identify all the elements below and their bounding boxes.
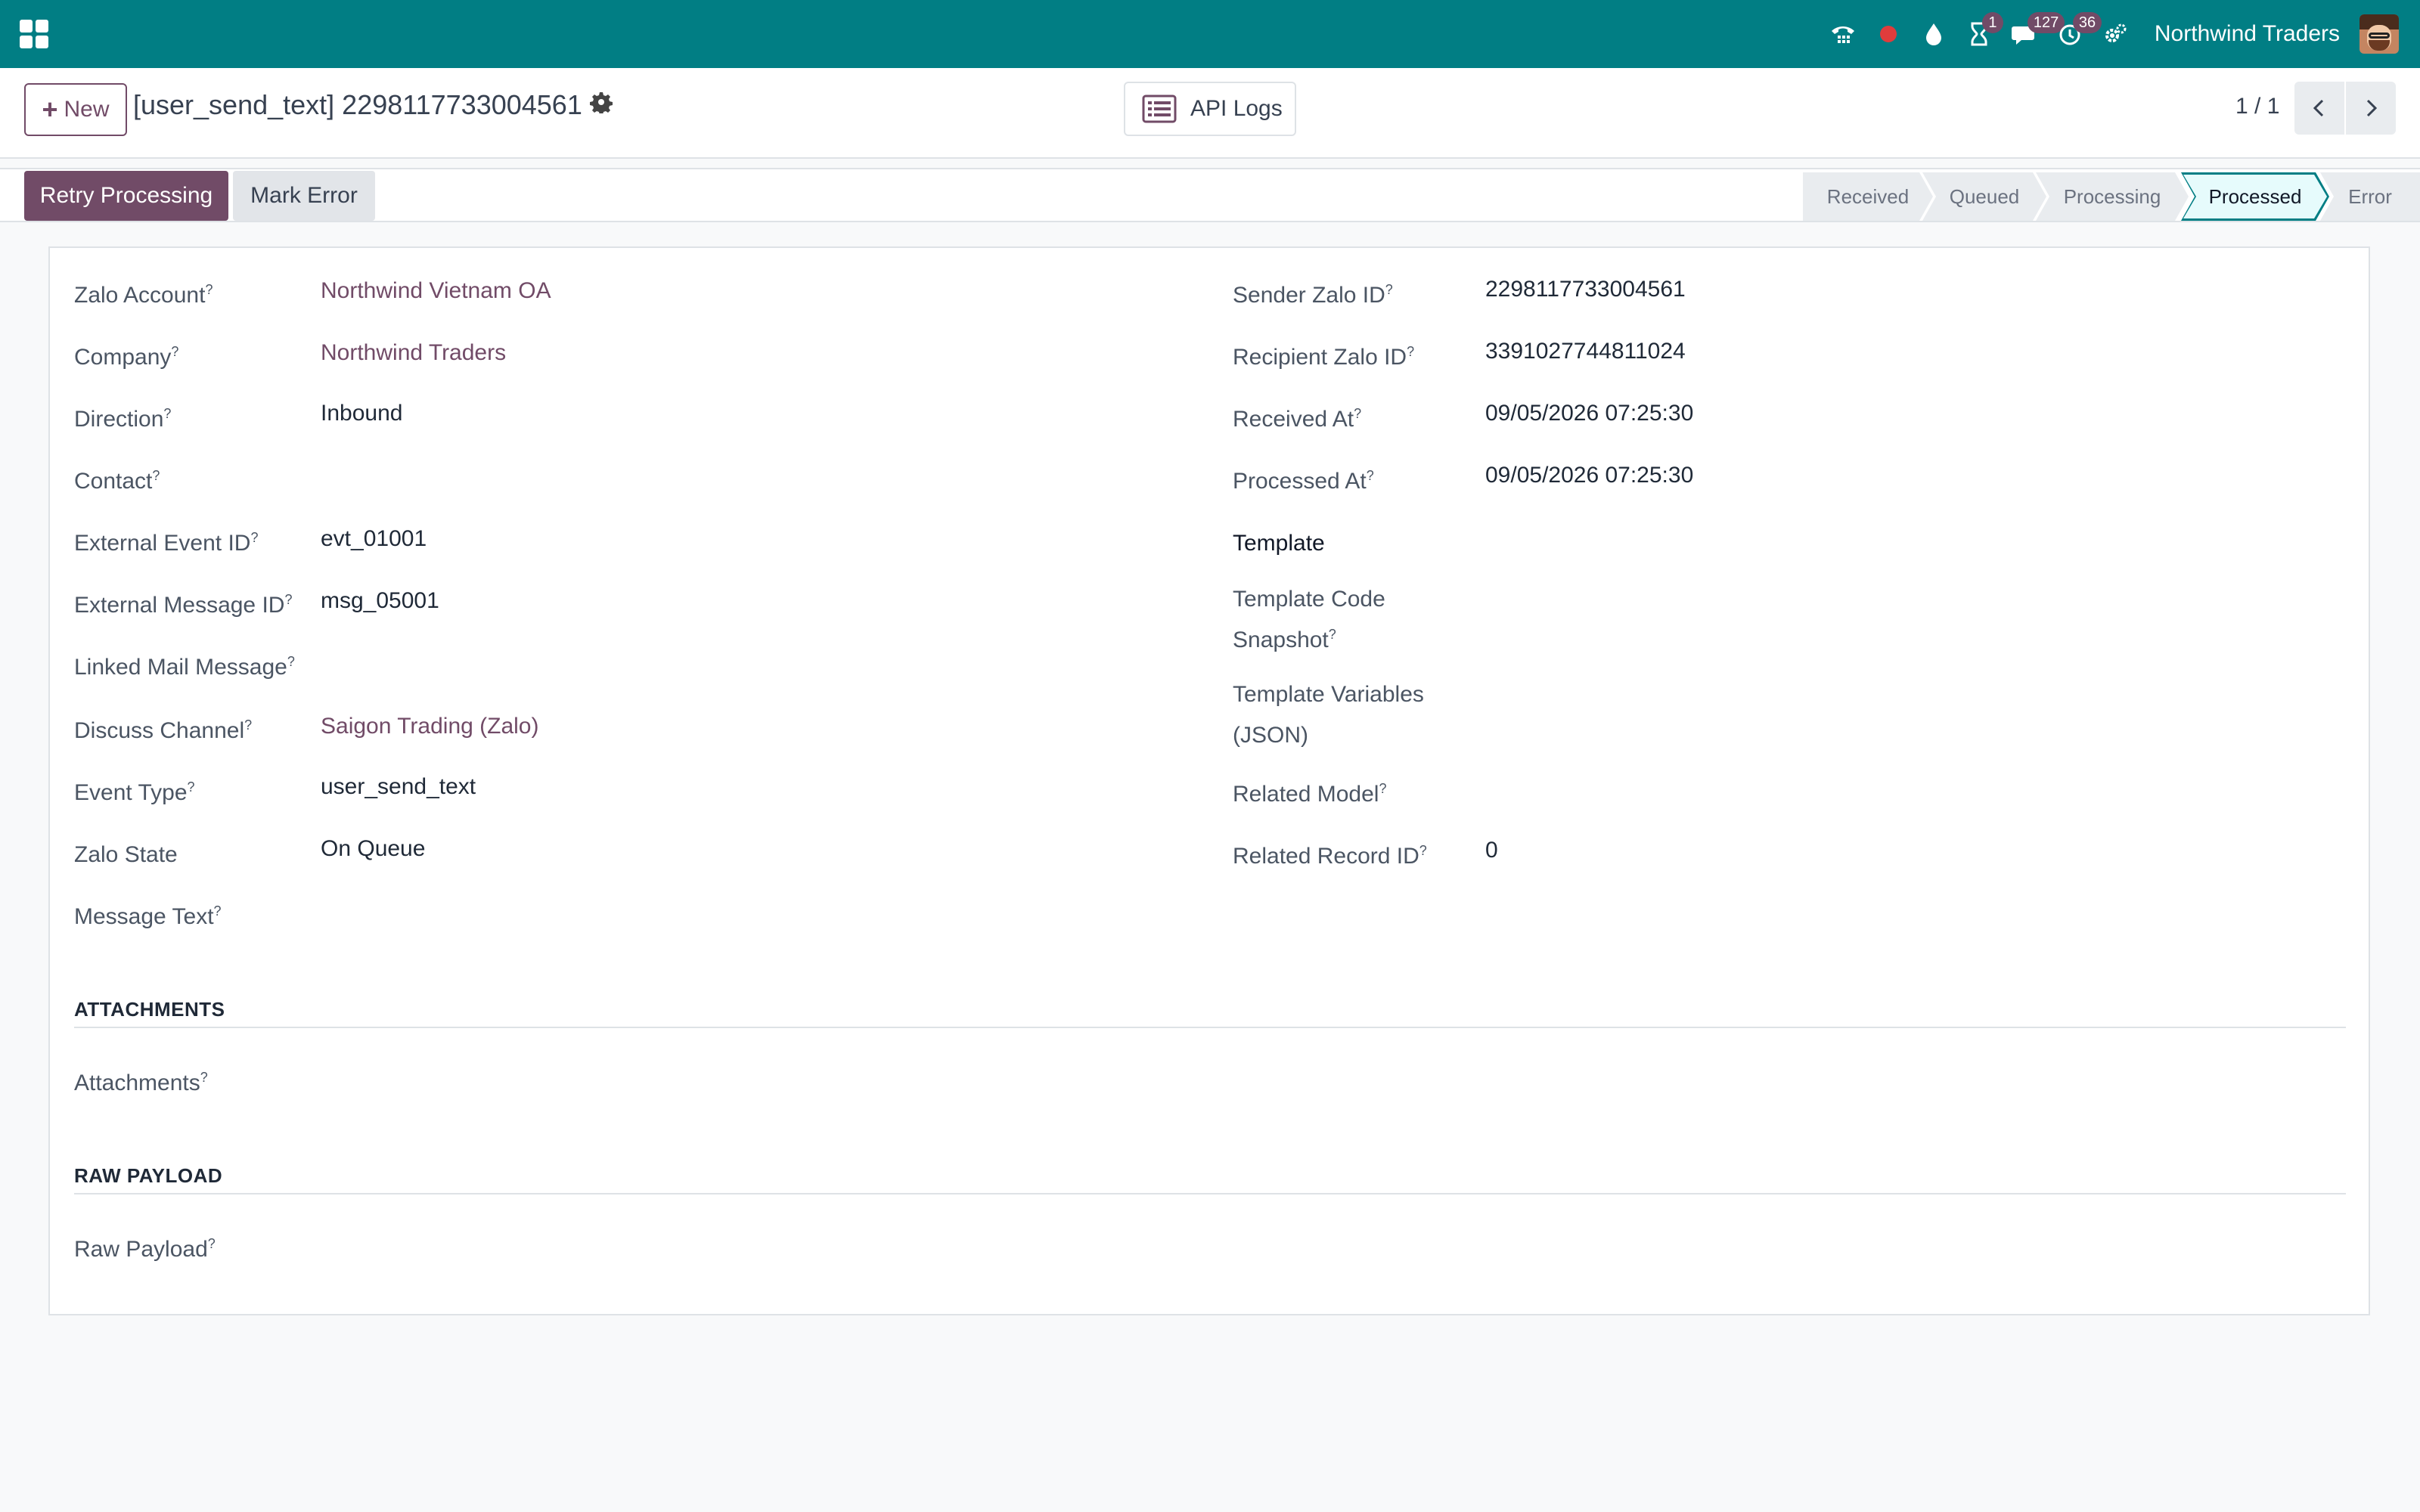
stage-error[interactable]: Error: [2320, 172, 2420, 221]
pager-value[interactable]: 1 / 1: [2235, 94, 2279, 119]
label-raw-payload: Raw Payload?: [74, 1236, 216, 1262]
label-external-event-id: External Event ID?: [74, 530, 259, 556]
actions-gear-icon[interactable]: [590, 91, 613, 115]
plus-icon: +: [42, 94, 58, 125]
pager-previous-button[interactable]: [2294, 82, 2344, 135]
water-drop-icon[interactable]: [1911, 0, 1956, 68]
control-panel: + New [user_send_text] 2298117733004561 …: [0, 68, 2420, 159]
label-processed-at: Processed At?: [1233, 468, 1374, 494]
value-related-record-id[interactable]: 0: [1485, 833, 1498, 868]
value-received-at[interactable]: 09/05/2026 07:25:30: [1485, 396, 1693, 431]
label-zalo-state: Zalo State: [74, 842, 178, 867]
activities-hourglass-icon[interactable]: 1: [1956, 0, 2003, 68]
value-sender-zalo-id[interactable]: 2298117733004561: [1485, 272, 1686, 307]
label-sender-zalo-id: Sender Zalo ID?: [1233, 282, 1393, 308]
record-title: [user_send_text] 2298117733004561: [133, 89, 582, 120]
label-attachments: Attachments?: [74, 1070, 208, 1095]
retry-processing-button[interactable]: Retry Processing: [24, 171, 228, 221]
label-direction: Direction?: [74, 406, 172, 432]
value-direction[interactable]: Inbound: [321, 396, 402, 431]
recording-status-icon[interactable]: [1866, 0, 1911, 68]
stage-processed-label: Processed: [2183, 175, 2327, 218]
top-navbar: 1 127 36 Northwind Traders: [0, 0, 2420, 68]
label-linked-mail-message: Linked Mail Message?: [74, 654, 295, 680]
stage-received[interactable]: Received: [1803, 172, 1933, 221]
label-zalo-account: Zalo Account?: [74, 282, 213, 308]
label-template-code-snapshot: Template Code Snapshot?: [1233, 587, 1385, 652]
pager-next-button[interactable]: [2346, 82, 2396, 135]
chevron-right-icon: [2366, 99, 2378, 117]
form-statusbar: Retry Processing Mark Error Received Que…: [0, 168, 2420, 222]
label-received-at: Received At?: [1233, 406, 1362, 432]
value-external-event-id[interactable]: evt_01001: [321, 522, 427, 556]
label-related-record-id: Related Record ID?: [1233, 843, 1427, 869]
chevron-left-icon: [2313, 99, 2324, 117]
label-event-type: Event Type?: [74, 779, 195, 805]
value-zalo-state[interactable]: On Queue: [321, 832, 425, 866]
label-contact: Contact?: [74, 468, 160, 494]
stage-processing[interactable]: Processing: [2036, 172, 2189, 221]
company-switcher[interactable]: Northwind Traders: [2155, 21, 2340, 47]
label-recipient-zalo-id: Recipient Zalo ID?: [1233, 344, 1415, 370]
label-template: Template: [1233, 531, 1325, 556]
app-menu-icon[interactable]: [20, 20, 48, 48]
label-discuss-channel: Discuss Channel?: [74, 717, 253, 743]
label-related-model: Related Model?: [1233, 781, 1387, 807]
attachments-section-title: ATTACHMENTS: [74, 998, 225, 1021]
systray: 1 127 36 Northwind Traders: [1820, 0, 2420, 68]
stage-queued[interactable]: Queued: [1922, 172, 2046, 221]
new-record-button[interactable]: + New: [24, 83, 127, 136]
api-logs-label: API Logs: [1190, 96, 1283, 121]
label-external-message-id: External Message ID?: [74, 592, 293, 618]
value-external-message-id[interactable]: msg_05001: [321, 584, 439, 618]
label-template-variables: Template Variables (JSON): [1233, 682, 1424, 748]
value-zalo-account[interactable]: Northwind Vietnam OA: [321, 274, 551, 308]
value-discuss-channel[interactable]: Saigon Trading (Zalo): [321, 709, 539, 744]
voip-phone-icon[interactable]: [1820, 0, 1866, 68]
new-button-label: New: [64, 97, 110, 122]
label-message-text: Message Text?: [74, 903, 222, 929]
status-pipeline: Received Queued Processing Processed Err…: [1803, 172, 2420, 221]
value-recipient-zalo-id[interactable]: 3391027744811024: [1485, 334, 1686, 369]
value-event-type[interactable]: user_send_text: [321, 770, 476, 804]
messages-chat-icon[interactable]: 127: [2002, 0, 2065, 68]
settings-gears-icon[interactable]: [2093, 0, 2138, 68]
value-company[interactable]: Northwind Traders: [321, 336, 506, 370]
user-avatar[interactable]: [2360, 14, 2399, 54]
label-company: Company?: [74, 344, 179, 370]
mark-error-button[interactable]: Mark Error: [233, 171, 375, 221]
api-logs-button[interactable]: API Logs: [1124, 82, 1296, 136]
form-sheet: Zalo Account? Northwind Vietnam OA Compa…: [48, 246, 2370, 1315]
raw-payload-section-title: RAW PAYLOAD: [74, 1164, 223, 1187]
activities-badge: 1: [1981, 12, 2003, 33]
list-icon: [1142, 94, 1177, 123]
timer-clock-icon[interactable]: 36: [2047, 0, 2102, 68]
attachments-divider: [74, 1027, 2346, 1028]
stage-processed[interactable]: Processed: [2181, 172, 2329, 221]
value-processed-at[interactable]: 09/05/2026 07:25:30: [1485, 458, 1693, 493]
raw-payload-divider: [74, 1193, 2346, 1194]
